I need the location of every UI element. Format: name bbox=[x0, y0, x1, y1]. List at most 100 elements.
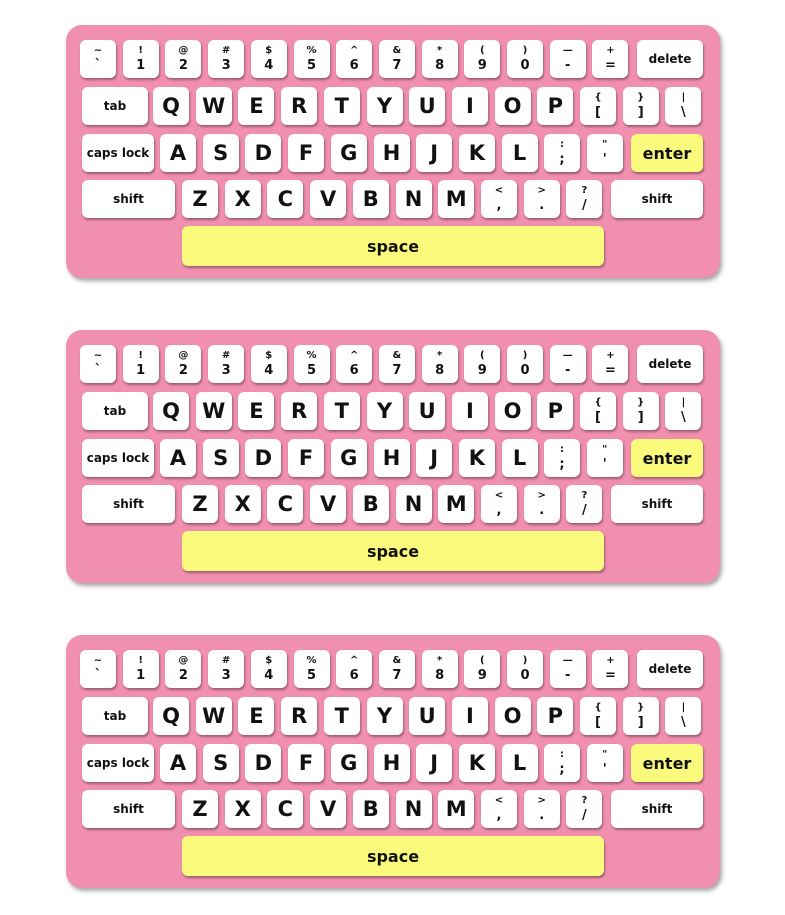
key-semicolon[interactable]: :; bbox=[544, 439, 580, 477]
key-6[interactable]: ^ 6 bbox=[336, 650, 373, 688]
delete-key[interactable]: delete bbox=[637, 345, 703, 383]
enter-key[interactable]: enter bbox=[631, 439, 703, 477]
key-b[interactable]: B bbox=[352, 180, 389, 218]
key-tilde[interactable]: ~ ` bbox=[80, 650, 116, 688]
key-backslash[interactable]: | \ bbox=[665, 392, 702, 430]
key-tilde[interactable]: ~ ` bbox=[80, 40, 116, 78]
key-5[interactable]: % 5 bbox=[293, 40, 330, 78]
key-slash[interactable]: ? / bbox=[566, 485, 603, 523]
key-8[interactable]: * 8 bbox=[421, 650, 458, 688]
left-shift-key[interactable]: shift bbox=[82, 180, 175, 218]
key-p[interactable]: P bbox=[537, 697, 574, 735]
key-s[interactable]: S bbox=[202, 439, 239, 477]
key-7[interactable]: & 7 bbox=[378, 345, 415, 383]
key-backslash[interactable]: | \ bbox=[665, 87, 702, 125]
key-9[interactable]: (9 bbox=[464, 40, 501, 78]
space-bar[interactable]: space bbox=[182, 531, 604, 571]
key-6[interactable]: ^ 6 bbox=[336, 345, 373, 383]
key-1[interactable]: ! 1 bbox=[122, 345, 159, 383]
key-4[interactable]: $4 bbox=[250, 345, 287, 383]
key-minus[interactable]: — - bbox=[549, 345, 586, 383]
key-0[interactable]: ) 0 bbox=[507, 650, 543, 688]
space-bar[interactable]: space bbox=[182, 836, 604, 876]
key-h[interactable]: H bbox=[373, 439, 410, 477]
key-x[interactable]: X bbox=[224, 485, 261, 523]
key-d[interactable]: D bbox=[245, 744, 282, 782]
key-r[interactable]: R bbox=[281, 392, 318, 430]
key-slash[interactable]: ? / bbox=[566, 790, 603, 828]
key-z[interactable]: Z bbox=[182, 485, 218, 523]
key-l[interactable]: L bbox=[501, 134, 538, 172]
key-0[interactable]: ) 0 bbox=[507, 40, 543, 78]
key-bracket-right[interactable]: }] bbox=[622, 392, 659, 430]
key-h[interactable]: H bbox=[373, 134, 410, 172]
key-equals[interactable]: + = bbox=[592, 650, 629, 688]
key-g[interactable]: G bbox=[330, 439, 367, 477]
key-u[interactable]: U bbox=[409, 392, 446, 430]
key-f[interactable]: F bbox=[288, 744, 325, 782]
key-c[interactable]: C bbox=[267, 790, 304, 828]
key-d[interactable]: D bbox=[245, 134, 282, 172]
key-period[interactable]: >. bbox=[523, 180, 560, 218]
caps-lock-key[interactable]: caps lock bbox=[82, 439, 154, 477]
key-y[interactable]: Y bbox=[366, 392, 403, 430]
delete-key[interactable]: delete bbox=[637, 40, 703, 78]
key-o[interactable]: O bbox=[494, 87, 531, 125]
key-b[interactable]: B bbox=[352, 485, 389, 523]
key-f[interactable]: F bbox=[288, 439, 325, 477]
key-w[interactable]: W bbox=[195, 697, 232, 735]
key-quote[interactable]: " ' bbox=[586, 744, 623, 782]
key-o[interactable]: O bbox=[494, 697, 531, 735]
key-p[interactable]: P bbox=[537, 87, 574, 125]
key-backslash[interactable]: | \ bbox=[665, 697, 702, 735]
key-1[interactable]: ! 1 bbox=[122, 40, 159, 78]
key-3[interactable]: #3 bbox=[208, 40, 245, 78]
key-p[interactable]: P bbox=[537, 392, 574, 430]
key-d[interactable]: D bbox=[245, 439, 282, 477]
key-comma[interactable]: <, bbox=[481, 485, 517, 523]
key-4[interactable]: $4 bbox=[250, 650, 287, 688]
key-quote[interactable]: " ' bbox=[586, 134, 623, 172]
key-3[interactable]: #3 bbox=[208, 650, 245, 688]
key-n[interactable]: N bbox=[395, 485, 432, 523]
tab-key[interactable]: tab bbox=[82, 87, 148, 125]
key-5[interactable]: % 5 bbox=[293, 650, 330, 688]
key-n[interactable]: N bbox=[395, 180, 432, 218]
key-period[interactable]: >. bbox=[523, 790, 560, 828]
key-z[interactable]: Z bbox=[182, 180, 218, 218]
space-bar[interactable]: space bbox=[182, 226, 604, 266]
key-c[interactable]: C bbox=[267, 180, 304, 218]
key-y[interactable]: Y bbox=[366, 87, 403, 125]
key-e[interactable]: E bbox=[238, 392, 275, 430]
key-bracket-left[interactable]: {[ bbox=[580, 697, 616, 735]
key-c[interactable]: C bbox=[267, 485, 304, 523]
key-z[interactable]: Z bbox=[182, 790, 218, 828]
key-l[interactable]: L bbox=[501, 439, 538, 477]
tab-key[interactable]: tab bbox=[82, 392, 148, 430]
key-minus[interactable]: — - bbox=[549, 650, 586, 688]
key-i[interactable]: I bbox=[451, 87, 488, 125]
key-m[interactable]: M bbox=[438, 790, 475, 828]
key-o[interactable]: O bbox=[494, 392, 531, 430]
key-semicolon[interactable]: :; bbox=[544, 744, 580, 782]
key-u[interactable]: U bbox=[409, 87, 446, 125]
key-l[interactable]: L bbox=[501, 744, 538, 782]
key-comma[interactable]: <, bbox=[481, 790, 517, 828]
key-k[interactable]: K bbox=[458, 744, 495, 782]
key-4[interactable]: $4 bbox=[250, 40, 287, 78]
key-7[interactable]: & 7 bbox=[378, 40, 415, 78]
key-s[interactable]: S bbox=[202, 134, 239, 172]
key-5[interactable]: % 5 bbox=[293, 345, 330, 383]
key-x[interactable]: X bbox=[224, 790, 261, 828]
key-m[interactable]: M bbox=[438, 485, 475, 523]
key-s[interactable]: S bbox=[202, 744, 239, 782]
key-tilde[interactable]: ~ ` bbox=[80, 345, 116, 383]
key-slash[interactable]: ? / bbox=[566, 180, 603, 218]
enter-key[interactable]: enter bbox=[631, 134, 703, 172]
left-shift-key[interactable]: shift bbox=[82, 790, 175, 828]
key-8[interactable]: * 8 bbox=[421, 40, 458, 78]
right-shift-key[interactable]: shift bbox=[611, 180, 703, 218]
key-t[interactable]: T bbox=[323, 392, 360, 430]
key-semicolon[interactable]: :; bbox=[544, 134, 580, 172]
key-quote[interactable]: " ' bbox=[586, 439, 623, 477]
